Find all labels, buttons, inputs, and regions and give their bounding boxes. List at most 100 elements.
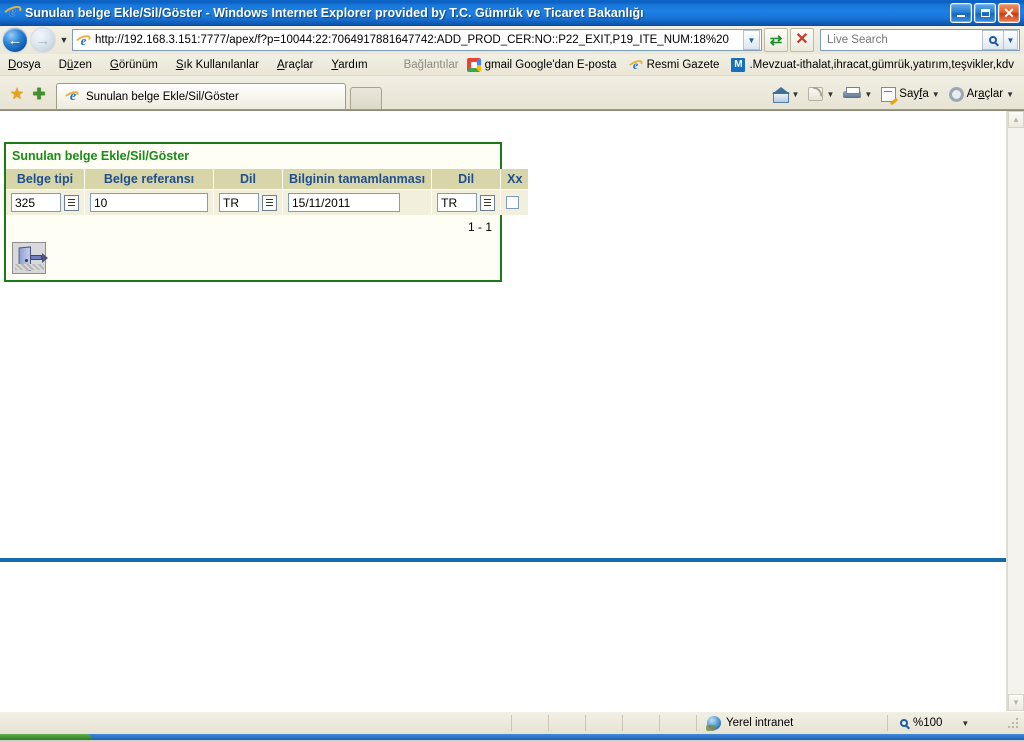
- column-header-belge-tipi[interactable]: Belge tipi: [6, 169, 85, 190]
- vertical-scrollbar[interactable]: ▲ ▼: [1007, 111, 1024, 711]
- scroll-down-button[interactable]: ▼: [1008, 694, 1024, 711]
- magnifier-icon: [989, 36, 997, 44]
- column-header-dil-2[interactable]: Dil: [431, 169, 501, 190]
- close-button[interactable]: ✕: [998, 2, 1020, 23]
- page-menu-label: Sayfa: [899, 88, 929, 100]
- links-label: Bağlantılar: [403, 58, 459, 71]
- menu-yardim[interactable]: Yardım: [331, 57, 377, 73]
- stop-button[interactable]: ✕: [790, 28, 814, 52]
- window-title: Sunulan belge Ekle/Sil/Göster - Windows …: [25, 5, 644, 20]
- page-icon: [881, 86, 897, 102]
- home-button[interactable]: ▼: [768, 85, 804, 104]
- page-caret-icon[interactable]: ▼: [932, 90, 940, 99]
- lov-popup-icon[interactable]: [262, 194, 277, 211]
- cell-dil-2: [431, 189, 501, 215]
- minimize-button[interactable]: [950, 2, 972, 23]
- lov-popup-icon[interactable]: [480, 194, 496, 211]
- link-gmail-label: gmail Google'dan E-posta: [484, 58, 617, 71]
- link-mevzuat[interactable]: M .Mevzuat-ithalat,ihracat,gümrük,yatırı…: [731, 57, 1015, 72]
- tab-favicon-icon: e: [63, 89, 81, 105]
- region-sunulan-belge: Sunulan belge Ekle/Sil/Göster Belge tipi…: [4, 142, 529, 282]
- m-icon: M: [731, 57, 746, 72]
- forward-button[interactable]: →: [30, 27, 56, 53]
- search-box[interactable]: ▼: [820, 29, 1020, 51]
- menu-gorunum[interactable]: Görünüm: [110, 57, 168, 73]
- address-toolbar: ← → ▼ e http://192.168.3.151:7777/apex/f…: [0, 26, 1024, 54]
- page-content: Sunulan belge Ekle/Sil/Göster Belge tipi…: [0, 111, 1007, 711]
- google-icon: [466, 57, 481, 72]
- status-bar: Yerel intranet %100 ▼: [0, 711, 1024, 734]
- cell-bilginin-tamamlanmasi: [281, 189, 432, 215]
- address-dropdown-icon[interactable]: ▼: [743, 30, 760, 50]
- print-icon: [843, 87, 862, 101]
- tools-menu-button[interactable]: Araçlar ▼: [945, 85, 1018, 104]
- documents-table: Belge tipi Belge referansı Dil Bilginin …: [6, 169, 529, 215]
- zoom-caret-icon[interactable]: ▼: [961, 719, 969, 728]
- security-zone[interactable]: Yerel intranet: [697, 716, 887, 731]
- security-zone-label: Yerel intranet: [726, 717, 794, 729]
- home-caret-icon[interactable]: ▼: [792, 90, 800, 99]
- column-header-bilginin-tamamlanmasi[interactable]: Bilginin tamamlanması: [281, 169, 432, 190]
- page-viewport: Sunulan belge Ekle/Sil/Göster Belge tipi…: [0, 110, 1024, 711]
- search-go-button[interactable]: [982, 30, 1004, 50]
- link-mevzuat-label: .Mevzuat-ithalat,ihracat,gümrük,yatırım,…: [749, 58, 1015, 71]
- dil-2-input[interactable]: [437, 193, 478, 212]
- table-header-row: Belge tipi Belge referansı Dil Bilginin …: [6, 169, 529, 190]
- region-title: Sunulan belge Ekle/Sil/Göster: [6, 144, 500, 169]
- browser-tab[interactable]: e Sunulan belge Ekle/Sil/Göster: [56, 83, 346, 109]
- feeds-button[interactable]: ▼: [804, 85, 838, 103]
- refresh-icon: ⇄: [769, 31, 783, 49]
- cell-belge-tipi: [6, 189, 85, 215]
- menu-araclar[interactable]: Araçlar: [277, 57, 323, 73]
- gear-icon: [948, 86, 964, 102]
- print-caret-icon[interactable]: ▼: [864, 90, 872, 99]
- recent-pages-caret-icon[interactable]: ▼: [58, 35, 70, 45]
- column-header-belge-referansi[interactable]: Belge referansı: [84, 169, 214, 190]
- search-provider-caret-icon[interactable]: ▼: [1004, 30, 1018, 50]
- page-menu-button[interactable]: Sayfa ▼: [877, 85, 943, 104]
- address-favicon-icon: e: [74, 33, 92, 48]
- column-header-dil-1[interactable]: Dil: [213, 169, 283, 190]
- magnifier-icon: [900, 719, 908, 727]
- address-bar[interactable]: e http://192.168.3.151:7777/apex/f?p=100…: [72, 29, 762, 51]
- print-button[interactable]: ▼: [839, 85, 876, 103]
- tools-caret-icon[interactable]: ▼: [1006, 90, 1014, 99]
- rss-icon: [808, 87, 824, 101]
- horizontal-rule: [0, 558, 1006, 562]
- link-gmail[interactable]: gmail Google'dan E-posta: [466, 57, 617, 72]
- ie-icon: e: [2, 3, 23, 21]
- search-input[interactable]: [825, 33, 982, 47]
- belge-tipi-input[interactable]: [11, 193, 61, 212]
- back-button[interactable]: ←: [2, 27, 28, 53]
- zoom-level-label: %100: [913, 717, 943, 729]
- cell-xx: [500, 189, 529, 215]
- lov-popup-icon[interactable]: [64, 194, 79, 211]
- bilginin-tamamlanmasi-input[interactable]: [288, 193, 400, 212]
- ie-icon: e: [626, 58, 644, 72]
- exit-door-icon[interactable]: [12, 242, 48, 274]
- zoom-control[interactable]: %100 ▼: [888, 717, 1008, 729]
- resize-grip-icon[interactable]: [1008, 716, 1022, 730]
- add-to-favorites-icon[interactable]: ✚: [28, 79, 50, 109]
- menu-sik-kullanilanlar[interactable]: Sık Kullanılanlar: [176, 57, 269, 73]
- column-header-xx[interactable]: Xx: [500, 169, 529, 190]
- menu-bar: Dosya Düzen Görünüm Sık Kullanılanlar Ar…: [0, 54, 1024, 76]
- favorites-center-icon[interactable]: ★: [6, 79, 28, 109]
- address-url[interactable]: http://192.168.3.151:7777/apex/f?p=10044…: [95, 34, 743, 46]
- xx-checkbox[interactable]: [506, 196, 520, 209]
- scroll-up-button[interactable]: ▲: [1008, 111, 1024, 128]
- tab-bar: ★ ✚ e Sunulan belge Ekle/Sil/Göster ▼ ▼ …: [0, 76, 1024, 110]
- pagination-label: 1 - 1: [6, 215, 500, 238]
- refresh-button[interactable]: ⇄: [764, 28, 788, 52]
- dil-1-input[interactable]: [219, 193, 259, 212]
- link-resmi-gazete[interactable]: e Resmi Gazete: [626, 58, 720, 72]
- start-button[interactable]: [0, 734, 92, 740]
- link-resmi-gazete-label: Resmi Gazete: [646, 58, 720, 71]
- restore-button[interactable]: [974, 2, 996, 23]
- menu-dosya[interactable]: Dosya: [8, 57, 51, 73]
- new-tab-button[interactable]: [350, 87, 382, 109]
- belge-referansi-input[interactable]: [90, 193, 208, 212]
- feeds-caret-icon[interactable]: ▼: [826, 90, 834, 99]
- menu-duzen[interactable]: Düzen: [59, 57, 102, 73]
- home-icon: [771, 86, 790, 103]
